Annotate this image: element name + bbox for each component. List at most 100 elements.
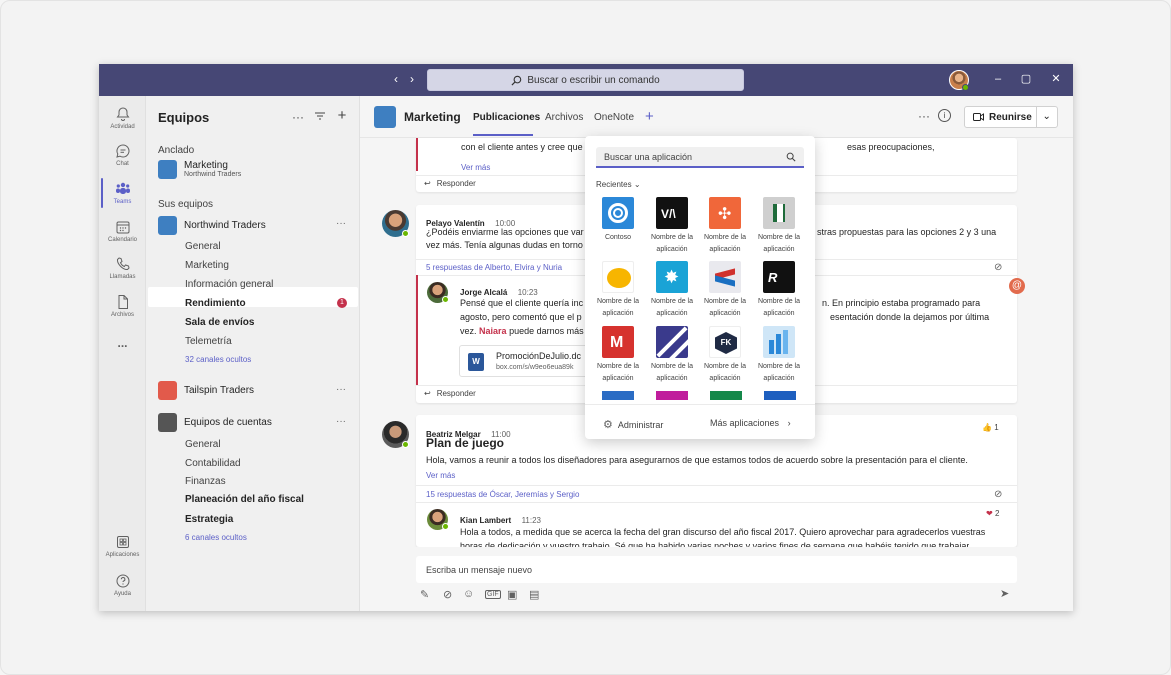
channel-item[interactable]: Rendimiento — [185, 298, 246, 309]
see-more-link[interactable]: Ver más — [461, 163, 490, 172]
calendar-icon — [116, 221, 129, 234]
pinned-team-name: Marketing — [184, 160, 228, 171]
rail-item-help[interactable]: Ayuda — [99, 573, 146, 597]
team-more-icon[interactable]: ··· — [336, 384, 346, 395]
app-icon-partial[interactable] — [710, 391, 742, 400]
chevron-down-icon[interactable]: ⌄ — [1035, 107, 1058, 127]
attachment-icon[interactable]: ⊘ — [994, 489, 1002, 500]
app-tile[interactable]: ✸ Nombre de la aplicación — [646, 261, 698, 320]
channel-item[interactable]: Sala de envíos — [185, 317, 254, 328]
schedule-meeting-icon[interactable]: ▤ — [529, 588, 539, 601]
channel-item[interactable]: Estrategia — [185, 514, 233, 525]
send-icon[interactable]: ➤ — [1000, 587, 1009, 600]
channel-item[interactable]: Finanzas — [185, 476, 226, 487]
add-team-icon[interactable]: + — [335, 107, 349, 124]
gif-icon[interactable]: GIF — [485, 590, 501, 599]
more-options-icon[interactable]: ··· — [918, 109, 930, 123]
mention-icon[interactable]: @ — [1009, 278, 1025, 294]
channel-item[interactable]: Planeación del año fiscal — [185, 494, 304, 505]
attachment-icon[interactable]: ⊘ — [994, 262, 1002, 273]
mention[interactable]: Naiara — [479, 326, 507, 336]
filter-icon[interactable] — [313, 110, 327, 125]
channel-item-selected[interactable]: Marketing — [185, 260, 229, 271]
team-more-icon[interactable]: ··· — [336, 416, 346, 427]
rail-item-activity[interactable]: Actividad — [99, 106, 146, 130]
rail-item-calls[interactable]: Llamadas — [99, 256, 146, 280]
chevron-left-icon[interactable]: ‹ — [389, 72, 403, 86]
sticker-icon[interactable]: ▣ — [507, 588, 517, 601]
rail-label: Teams — [113, 199, 132, 205]
channel-item[interactable]: Telemetría — [185, 336, 232, 347]
app-tile[interactable]: R Nombre de la aplicación — [753, 261, 805, 320]
important-bar — [416, 275, 418, 385]
app-icon-partial[interactable] — [764, 391, 796, 400]
app-search-input[interactable]: Buscar una aplicación — [596, 147, 804, 168]
rail-item-calendar[interactable]: Calendario — [99, 219, 146, 243]
app-tile[interactable]: M Nombre de la aplicación — [592, 326, 644, 385]
close-icon[interactable]: ✕ — [1049, 72, 1063, 86]
app-tile[interactable]: Contoso — [592, 197, 644, 244]
tab-posts[interactable]: Publicaciones — [473, 112, 540, 123]
channel-item[interactable]: Información general — [185, 279, 273, 290]
info-icon[interactable]: i — [938, 109, 951, 122]
meet-button[interactable]: Reunirse ⌄ — [964, 106, 1058, 128]
command-search-bar[interactable]: Buscar o escribir un comando — [427, 69, 744, 91]
tab-onenote[interactable]: OneNote — [594, 112, 634, 123]
file-attachment[interactable]: W PromociónDeJulio.dc box.com/s/w9eo6eua… — [459, 345, 589, 377]
reply-author: Kian Lambert — [460, 516, 512, 525]
team-logo-icon — [158, 159, 177, 179]
file-url: box.com/s/w9eo6eua89k — [496, 364, 574, 371]
hidden-channels-link[interactable]: 32 canales ocultos — [185, 355, 251, 364]
rail-item-files[interactable]: Archivos — [99, 294, 146, 318]
see-more-link[interactable]: Ver más — [426, 471, 455, 480]
replies-link[interactable]: 15 respuestas de Óscar, Jeremías y Sergi… — [426, 490, 579, 499]
team-northwind[interactable]: Northwind Traders — [158, 214, 266, 236]
recent-dropdown[interactable]: Recientes ⌄ — [596, 180, 641, 189]
team-logo-icon — [158, 215, 177, 235]
more-options-icon[interactable]: ··· — [291, 110, 305, 124]
minimize-icon[interactable]: – — [991, 72, 1005, 86]
emoji-icon[interactable]: ☺ — [463, 588, 474, 600]
reply-button[interactable]: ↩ Responder — [424, 389, 476, 398]
rail-item-teams[interactable]: Teams — [99, 181, 146, 205]
app-tile[interactable]: Nombre de la aplicación — [592, 261, 644, 320]
app-tile[interactable]: Nombre de la aplicación — [646, 326, 698, 385]
heart-reaction[interactable]: ❤ 2 — [986, 509, 999, 518]
app-tile[interactable]: Nombre de la aplicación — [753, 197, 805, 256]
maximize-icon[interactable]: ▢ — [1019, 72, 1033, 86]
attach-icon[interactable]: ⊘ — [443, 588, 452, 601]
tab-files[interactable]: Archivos — [545, 112, 583, 123]
pinned-team[interactable]: Marketing Northwind Traders — [158, 158, 241, 180]
app-tile[interactable]: V/\ Nombre de la aplicación — [646, 197, 698, 256]
rail-item-chat[interactable]: Chat — [99, 143, 146, 167]
app-tile[interactable]: FK Nombre de la aplicación — [699, 326, 751, 385]
add-tab-icon[interactable]: + — [645, 108, 654, 125]
presence-available-icon — [402, 441, 409, 448]
app-tile[interactable]: ✣ Nombre de la aplicación — [699, 197, 751, 256]
app-icon-partial[interactable] — [602, 391, 634, 400]
team-more-icon[interactable]: ··· — [336, 218, 346, 229]
app-icon-partial[interactable] — [656, 391, 688, 400]
compose-box[interactable]: Escriba un mensaje nuevo — [416, 556, 1017, 583]
hidden-channels-link[interactable]: 6 canales ocultos — [185, 533, 247, 542]
more-apps-icon[interactable]: ... — [99, 336, 146, 350]
format-icon[interactable]: ✎ — [420, 588, 429, 601]
team-tailspin[interactable]: Tailspin Traders — [158, 379, 254, 401]
channel-item[interactable]: General — [185, 439, 221, 450]
app-tile[interactable]: Nombre de la aplicación — [699, 261, 751, 320]
manage-apps-button[interactable]: ⚙ Administrar — [603, 418, 663, 431]
reply-button[interactable]: ↩ Responder — [424, 179, 476, 188]
like-reaction[interactable]: 👍 1 — [982, 423, 999, 432]
channel-item[interactable]: General — [185, 241, 221, 252]
chevron-right-icon: › — [787, 418, 791, 428]
replies-link[interactable]: 5 respuestas de Alberto, Elvira y Nuria — [426, 263, 562, 272]
rail-item-apps[interactable]: Aplicaciones — [99, 534, 146, 558]
team-accounts[interactable]: Equipos de cuentas — [158, 411, 272, 433]
more-apps-button[interactable]: Más aplicaciones › — [710, 418, 791, 428]
reply-time: 11:23 — [521, 516, 542, 525]
chevron-right-icon[interactable]: › — [405, 72, 419, 86]
app-name: Nombre de la aplicación — [703, 298, 747, 317]
channel-item[interactable]: Contabilidad — [185, 458, 241, 469]
app-tile[interactable]: Nombre de la aplicación — [753, 326, 805, 385]
reply-label: Responder — [436, 179, 476, 188]
